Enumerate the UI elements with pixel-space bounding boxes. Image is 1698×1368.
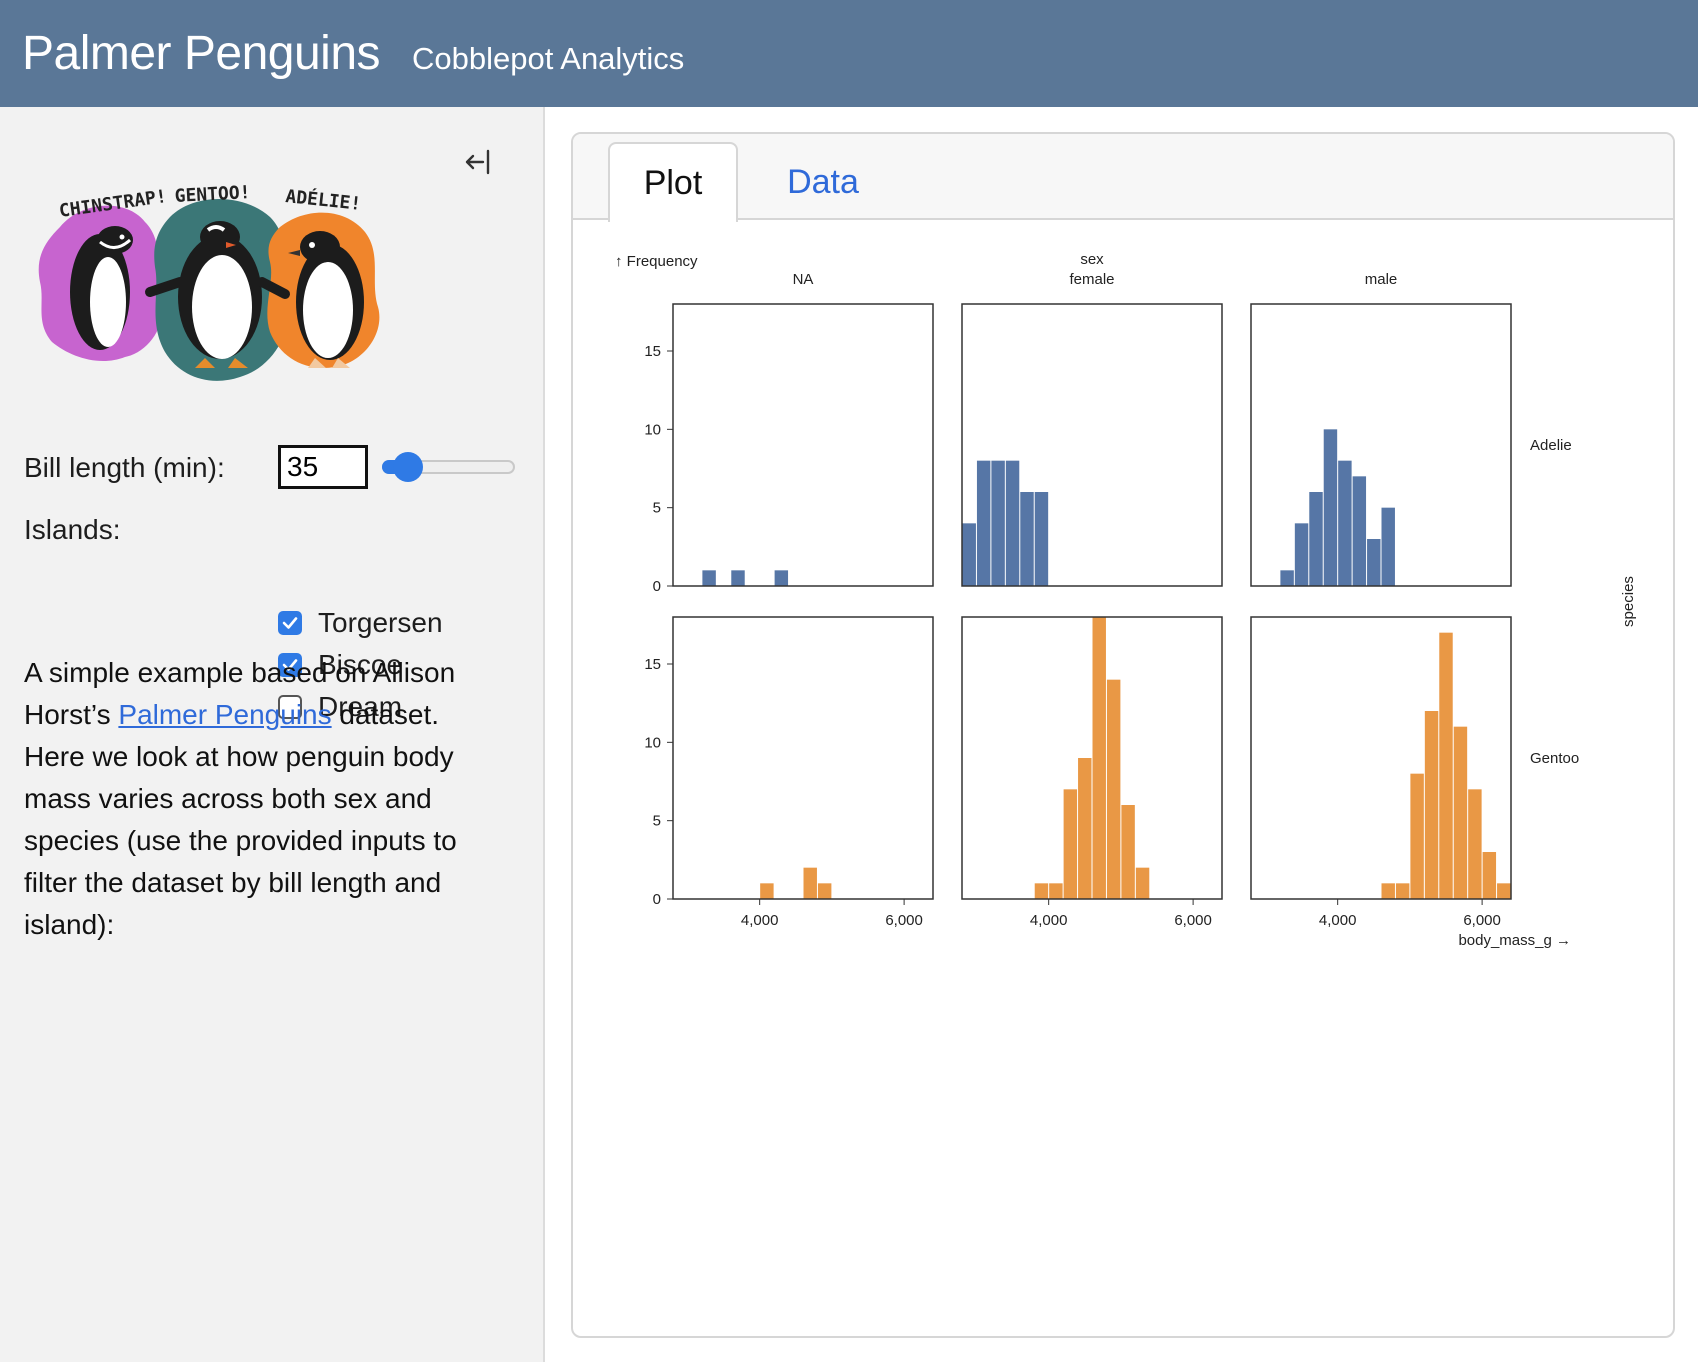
histogram-bar-gentoo-male — [1482, 852, 1497, 899]
histogram-bar-gentoo-male — [1381, 883, 1395, 899]
x-tick-label: 6,000 — [1174, 912, 1212, 929]
sidebar: CHINSTRAP! GENTOO! ADÉLIE! Bill length (… — [0, 107, 545, 1362]
histogram-bar-gentoo-female — [1092, 617, 1106, 899]
histogram-bar-adelie-female — [976, 460, 991, 586]
collapse-left-icon[interactable] — [458, 142, 498, 182]
histogram-bar-gentoo-female — [1063, 789, 1078, 899]
y-tick-label: 15 — [644, 343, 661, 360]
slider-thumb[interactable] — [393, 452, 424, 482]
histogram-bar-gentoo-female — [1034, 883, 1049, 899]
histogram-bar-adelie-na — [702, 570, 716, 586]
histogram-bar-gentoo-female — [1135, 867, 1150, 899]
y-tick-label: 0 — [653, 578, 661, 595]
histogram-bar-adelie-male — [1381, 507, 1395, 586]
histogram-bar-adelie-male — [1352, 476, 1367, 586]
histogram-bar-adelie-male — [1338, 460, 1352, 586]
histogram-bar-adelie-male — [1367, 539, 1381, 586]
plot-area: ↑ Frequency sex NA female male Adelie Gentoo sp… — [573, 220, 1673, 1336]
y-tick-label: 5 — [653, 813, 661, 830]
tab-bar: Plot Data — [573, 134, 1673, 222]
histogram-bar-gentoo-male — [1410, 773, 1424, 899]
panel-frame-adelie-na — [672, 303, 934, 587]
x-axis-label: body_mass_g → — [1458, 932, 1571, 949]
histogram-bar-gentoo-male — [1497, 883, 1511, 899]
histogram-bar-gentoo-na — [817, 883, 832, 899]
app-title: Palmer Penguins — [22, 27, 381, 80]
bill-length-input[interactable] — [278, 445, 368, 489]
histogram-bar-adelie-male — [1309, 492, 1323, 586]
checkbox-checked-icon[interactable] — [278, 611, 302, 635]
island-option-torgersen[interactable]: Torgersen — [278, 607, 443, 639]
tab-data[interactable]: Data — [753, 142, 893, 222]
x-tick-label: 4,000 — [1319, 912, 1357, 929]
histogram-bar-gentoo-male — [1395, 883, 1410, 899]
art-label-gentoo: GENTOO! — [174, 182, 251, 207]
islands-label: Islands: — [24, 514, 121, 545]
histogram-bar-adelie-female — [991, 460, 1005, 586]
histogram-bar-gentoo-male — [1439, 632, 1453, 899]
y-axis-label: ↑ Frequency — [615, 253, 698, 270]
histogram-bar-adelie-female — [1005, 460, 1020, 586]
island-option-label: Torgersen — [318, 607, 443, 638]
y-tick-label: 10 — [644, 421, 661, 438]
histogram-bar-gentoo-male — [1468, 789, 1482, 899]
x-tick-label: 4,000 — [1030, 912, 1068, 929]
x-tick-label: 6,000 — [885, 912, 923, 929]
main-card: Plot Data ↑ Frequency sex NA female male Adel… — [571, 132, 1675, 1338]
panel-frame-gentoo-female — [961, 616, 1223, 900]
histogram-bar-adelie-male — [1294, 523, 1309, 586]
x-tick-label: 4,000 — [741, 912, 779, 929]
bill-length-label: Bill length (min): — [24, 452, 225, 483]
penguins-illustration: CHINSTRAP! GENTOO! ADÉLIE! — [38, 182, 380, 381]
histogram-bar-gentoo-male — [1424, 711, 1439, 899]
row-facet-label-adelie: Adelie — [1530, 437, 1572, 454]
histogram-bar-gentoo-male — [1453, 726, 1468, 899]
panel-frame-adelie-male — [1250, 303, 1512, 587]
histogram-bar-adelie-female — [962, 523, 976, 586]
faceted-histogram: ↑ Frequency sex NA female male Adelie Gentoo sp… — [615, 251, 1637, 949]
art-label-adelie: ADÉLIE! — [284, 185, 362, 215]
histogram-bar-gentoo-female — [1106, 679, 1121, 899]
description-text: A simple example based on Allison Horst’… — [24, 652, 504, 946]
description-part: dataset. Here we look at how penguin bod… — [24, 699, 457, 940]
histogram-bar-gentoo-female — [1049, 883, 1063, 899]
histogram-bar-adelie-male — [1280, 570, 1294, 586]
y-tick-label: 15 — [644, 656, 661, 673]
column-facet-label-male: male — [1365, 271, 1398, 288]
column-facet-label-na: NA — [793, 271, 814, 288]
histogram-bar-gentoo-na — [803, 867, 817, 899]
histogram-bar-adelie-male — [1323, 429, 1338, 586]
y-tick-label: 0 — [653, 891, 661, 908]
histogram-bar-adelie-na — [731, 570, 745, 586]
histogram-bar-gentoo-na — [760, 883, 774, 899]
column-facet-title: sex — [1080, 251, 1104, 268]
histogram-bar-adelie-female — [1034, 492, 1049, 586]
y-tick-label: 10 — [644, 734, 661, 751]
histogram-bar-gentoo-female — [1078, 758, 1092, 899]
palmer-penguins-link[interactable]: Palmer Penguins — [118, 699, 331, 730]
row-facet-label-gentoo: Gentoo — [1530, 750, 1579, 767]
x-tick-label: 6,000 — [1463, 912, 1501, 929]
panel-frame-gentoo-na — [672, 616, 934, 900]
tab-plot[interactable]: Plot — [608, 142, 738, 222]
y-tick-label: 5 — [653, 500, 661, 517]
column-facet-label-female: female — [1069, 271, 1114, 288]
app-subtitle: Cobblepot Analytics — [412, 40, 685, 76]
histogram-bar-adelie-na — [774, 570, 789, 586]
app-header: Palmer Penguins Cobblepot Analytics — [0, 0, 1698, 107]
row-facet-title: species — [1620, 576, 1637, 627]
histogram-bar-adelie-female — [1020, 492, 1034, 586]
histogram-bar-gentoo-female — [1121, 805, 1135, 899]
